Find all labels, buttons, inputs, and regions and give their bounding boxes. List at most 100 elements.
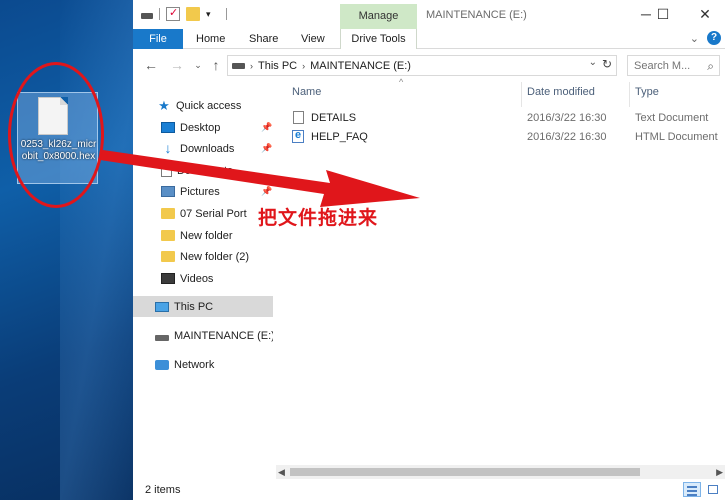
network-icon (155, 359, 169, 370)
ribbon-tab-bar: File Home Share View Drive Tools ⌄ ? (133, 29, 725, 49)
nav-label: Network (174, 358, 215, 371)
nav-item-downloads[interactable]: ↓ Downloads (161, 138, 267, 159)
nav-label: Downloads (180, 142, 235, 155)
nav-item-documents[interactable]: Documents (161, 160, 267, 181)
help-icon[interactable]: ? (707, 31, 721, 45)
scroll-right-icon[interactable]: ▶ (716, 465, 723, 479)
close-button[interactable]: ✕ (690, 4, 720, 24)
nav-label: This PC (174, 300, 214, 313)
chevron-right-icon[interactable]: › (250, 61, 253, 71)
toolbar-divider (159, 8, 160, 20)
nav-label: New folder (2) (180, 250, 250, 263)
nav-item-maintenance-drive[interactable]: MAINTENANCE (E:) (155, 325, 275, 346)
new-folder-icon[interactable] (186, 7, 200, 21)
tab-view[interactable]: View (301, 29, 325, 49)
refresh-icon[interactable]: ↻ (602, 57, 612, 71)
window-title: MAINTENANCE (E:) (426, 9, 527, 21)
nav-item-serial-port[interactable]: 07 Serial Port (161, 203, 267, 224)
desktop-icon (161, 122, 175, 133)
annotation-text: 把文件拖进来 (258, 207, 379, 229)
usb-drive-icon (155, 334, 169, 341)
item-count: 2 items (145, 484, 181, 496)
file-date: 2016/3/22 16:30 (527, 111, 607, 124)
forward-arrow-icon[interactable]: → (169, 57, 185, 73)
search-icon[interactable]: ⌕ (707, 59, 714, 74)
annotation-circle (8, 62, 104, 208)
nav-item-new-folder-2[interactable]: New folder (2) (161, 246, 267, 267)
pictures-icon (161, 186, 175, 197)
navigation-pane: ★ Quick access Desktop 📌 ↓ Downloads 📌 D… (133, 84, 275, 479)
file-date: 2016/3/22 16:30 (527, 130, 607, 143)
nav-label: Pictures (180, 185, 220, 198)
file-list-pane: ^ Name Date modified Type DETAILS 2016/3… (273, 77, 725, 465)
chevron-right-icon[interactable]: › (302, 61, 305, 71)
text-file-icon (293, 111, 304, 124)
nav-label: Documents (177, 164, 233, 177)
toolbar-divider (226, 8, 227, 20)
pin-icon[interactable]: 📌 (261, 186, 272, 197)
folder-icon (161, 230, 175, 241)
properties-icon[interactable] (166, 6, 180, 21)
search-input[interactable] (634, 59, 696, 72)
details-view-icon (687, 486, 697, 488)
file-type: Text Document (635, 111, 709, 124)
address-input[interactable]: › This PC › MAINTENANCE (E:) ⌄ ↻ (227, 55, 617, 76)
customize-toolbar-icon[interactable]: ▾ (206, 7, 220, 21)
column-header-date[interactable]: Date modified (527, 86, 595, 98)
nav-label: Desktop (180, 121, 221, 134)
horizontal-scrollbar[interactable]: ◀ ▶ (276, 465, 725, 479)
videos-icon (161, 273, 175, 284)
nav-item-videos[interactable]: Videos (161, 268, 267, 289)
tab-drive-tools[interactable]: Drive Tools (340, 29, 417, 49)
breadcrumb-maintenance[interactable]: MAINTENANCE (E:) (310, 60, 411, 72)
title-bar: ▾ Manage MAINTENANCE (E:) ─ ☐ ✕ (133, 0, 725, 29)
nav-label: Videos (180, 272, 214, 285)
nav-item-network[interactable]: Network (155, 354, 273, 375)
nav-item-quick-access[interactable]: ★ Quick access (157, 95, 267, 116)
manage-context-tab[interactable]: Manage (340, 4, 417, 29)
computer-icon (155, 301, 169, 312)
large-icons-view-icon (708, 485, 718, 494)
search-box[interactable]: ⌕ (627, 55, 720, 76)
details-view-button[interactable] (683, 482, 701, 497)
recent-locations-chevron-icon[interactable]: ⌄ (190, 57, 206, 73)
download-arrow-icon: ↓ (164, 140, 172, 156)
file-row[interactable]: HELP_FAQ 2016/3/22 16:30 HTML Document (291, 127, 725, 146)
sort-ascending-icon: ^ (399, 77, 404, 87)
details-view-icon (687, 490, 697, 492)
file-explorer-window: ▾ Manage MAINTENANCE (E:) ─ ☐ ✕ File Hom… (133, 0, 725, 500)
breadcrumb-this-pc[interactable]: This PC (258, 60, 297, 72)
folder-icon (161, 208, 175, 219)
column-divider[interactable] (521, 82, 522, 107)
column-header-name[interactable]: Name (292, 86, 321, 98)
tab-file[interactable]: File (133, 29, 183, 49)
file-name: HELP_FAQ (311, 130, 368, 143)
quick-access-toolbar: ▾ (141, 6, 227, 21)
address-bar-row: ← → ⌄ ↑ › This PC › MAINTENANCE (E:) ⌄ ↻… (133, 50, 725, 80)
chevron-down-icon[interactable]: ⌄ (690, 32, 699, 45)
maximize-button[interactable]: ☐ (648, 4, 678, 24)
up-arrow-icon[interactable]: ↑ (208, 57, 224, 73)
scroll-left-icon[interactable]: ◀ (278, 465, 285, 479)
status-bar: 2 items (133, 479, 725, 500)
nav-item-desktop[interactable]: Desktop (161, 117, 267, 138)
nav-item-this-pc[interactable]: This PC (133, 296, 273, 317)
nav-item-new-folder[interactable]: New folder (161, 225, 267, 246)
html-file-icon (292, 129, 304, 143)
large-icons-view-button[interactable] (705, 482, 721, 497)
file-type: HTML Document (635, 130, 718, 143)
tab-home[interactable]: Home (196, 29, 225, 49)
address-history-chevron-icon[interactable]: ⌄ (589, 57, 597, 68)
column-header-type[interactable]: Type (635, 86, 659, 98)
nav-item-pictures[interactable]: Pictures (161, 181, 267, 202)
tab-share[interactable]: Share (249, 29, 278, 49)
nav-label: 07 Serial Port (180, 207, 247, 220)
column-divider[interactable] (629, 82, 630, 107)
pin-icon[interactable]: 📌 (261, 143, 272, 154)
file-row[interactable]: DETAILS 2016/3/22 16:30 Text Document (291, 108, 725, 127)
nav-label: New folder (180, 229, 233, 242)
scrollbar-thumb[interactable] (290, 468, 640, 476)
back-arrow-icon[interactable]: ← (143, 57, 159, 73)
pin-icon[interactable]: 📌 (261, 122, 272, 133)
document-icon (161, 164, 172, 177)
